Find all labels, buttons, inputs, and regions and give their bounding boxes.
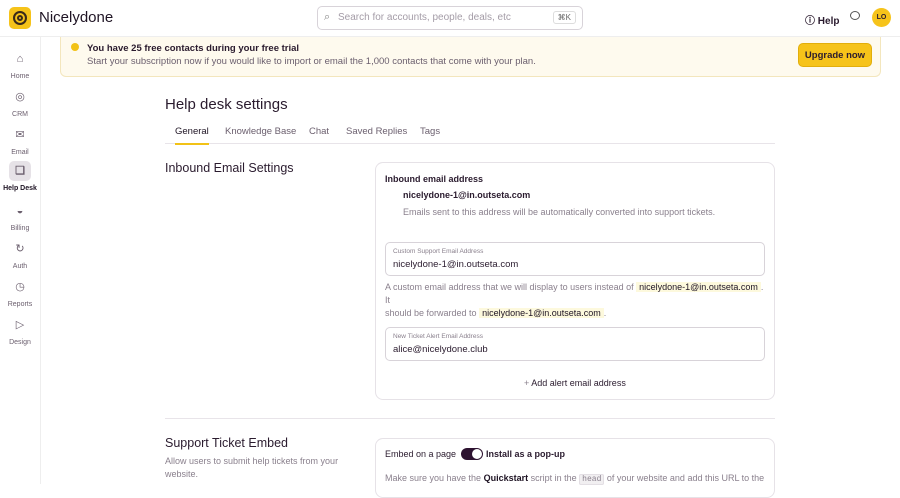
home-icon: ⌂ (16, 53, 24, 65)
help-desk-icon: ❏ (9, 161, 31, 181)
tab-knowledge-base[interactable]: Knowledge Base (225, 126, 296, 137)
help-icon: ⓘ (805, 16, 818, 27)
sidebar-item-reports[interactable]: ◷ Reports (0, 277, 40, 308)
email-icon: ✉ (15, 129, 25, 141)
inbound-address: nicelydone-1@in.outseta.com (403, 190, 531, 200)
crm-icon: ◎ (15, 91, 25, 103)
sidebar-item-help-desk[interactable]: ❏ Help Desk (0, 161, 40, 192)
custom-email-help: A custom email address that we will disp… (385, 281, 770, 320)
head-code: head (579, 474, 605, 485)
sidebar-item-label: Design (9, 339, 31, 346)
design-icon: ▷ (15, 319, 25, 331)
help-button[interactable]: ⓘ Help (805, 12, 839, 27)
chat-icon[interactable] (850, 11, 860, 20)
tab-general[interactable]: General (175, 126, 209, 145)
inbound-label: Inbound email address (385, 174, 484, 184)
top-bar: Nicelydone ⌕ Search for accounts, people,… (0, 0, 900, 37)
sidebar-item-crm[interactable]: ◎ CRM (0, 87, 40, 118)
embed-mode-toggle[interactable] (461, 448, 483, 460)
sidebar-item-label: Auth (12, 263, 28, 270)
search-input[interactable]: ⌕ Search for accounts, people, deals, etc… (317, 6, 583, 30)
embed-card (375, 438, 775, 498)
app-name: Nicelydone (39, 9, 114, 26)
field-value: alice@nicelydone.club (393, 344, 488, 355)
help-text: . (603, 308, 607, 318)
embed-description: Allow users to submit help tickets from … (165, 456, 339, 479)
reports-icon: ◷ (15, 281, 25, 293)
tab-saved-replies[interactable]: Saved Replies (346, 126, 407, 137)
add-alert-email-button[interactable]: + Add alert email address (524, 378, 626, 388)
sidebar-item-label: Reports (7, 301, 33, 308)
alert-email-field[interactable]: New Ticket Alert Email Address alice@nice… (385, 327, 765, 361)
billing-icon: ◒ (16, 205, 24, 217)
upgrade-button[interactable]: Upgrade now (798, 43, 872, 67)
embed-on-page-label[interactable]: Embed on a page (385, 449, 456, 459)
tab-tags[interactable]: Tags (420, 126, 440, 137)
avatar[interactable]: LO (872, 8, 891, 27)
tab-chat[interactable]: Chat (309, 126, 329, 137)
sidebar-item-design[interactable]: ▷ Design (0, 315, 40, 346)
help-label: Help (817, 16, 840, 27)
divider (165, 418, 775, 419)
trial-banner: You have 25 free contacts during your fr… (60, 37, 881, 77)
sidebar-item-auth[interactable]: ↻ Auth (0, 239, 40, 270)
search-icon: ⌕ (324, 11, 331, 23)
field-value: nicelydone-1@in.outseta.com (393, 259, 519, 270)
address-highlight: nicelydone-1@in.outseta.com (479, 308, 604, 318)
inbound-section-title: Inbound Email Settings (165, 161, 294, 175)
sidebar: ⌂ Home ◎ CRM ✉ Email ❏ Help Desk ◒ Billing ↻ A… (0, 37, 41, 484)
sidebar-item-email[interactable]: ✉ Email (0, 125, 40, 156)
address-highlight: nicelydone-1@in.outseta.com (636, 282, 761, 292)
sidebar-item-label: Home (10, 73, 30, 80)
shortcut-badge: ⌘K (552, 11, 576, 24)
custom-support-email-field[interactable]: Custom Support Email Address nicelydone-1… (385, 242, 765, 276)
page-title: Help desk settings (165, 96, 288, 113)
sidebar-item-label: Email (11, 149, 29, 156)
help-text: A custom email address that we will disp… (385, 282, 634, 292)
app-logo[interactable] (9, 7, 31, 29)
add-alert-label: Add alert email address (531, 378, 626, 388)
sidebar-item-home[interactable]: ⌂ Home (0, 49, 40, 80)
search-placeholder: Search for accounts, people, deals, etc (338, 12, 511, 23)
sidebar-item-label: Billing (10, 225, 30, 232)
embed-section-title: Support Ticket Embed (165, 436, 288, 450)
text: of your website and add this URL to the (606, 473, 765, 483)
inbound-note: Emails sent to this address will be auto… (403, 207, 716, 217)
help-text: should be forwarded to (385, 308, 477, 318)
field-label: New Ticket Alert Email Address (393, 333, 483, 340)
field-label: Custom Support Email Address (393, 248, 484, 255)
text: script in the (530, 473, 577, 483)
banner-text: Start your subscription now if you would… (87, 56, 536, 67)
install-popup-label[interactable]: Install as a pop-up (486, 449, 565, 459)
info-icon (71, 43, 79, 51)
text: Make sure you have the (385, 473, 482, 483)
sidebar-item-label: CRM (12, 111, 28, 118)
sidebar-item-billing[interactable]: ◒ Billing (0, 201, 40, 232)
banner-title: You have 25 free contacts during your fr… (87, 43, 300, 54)
embed-instructions: Make sure you have the Quickstart script… (385, 473, 765, 485)
quickstart-link: Quickstart (483, 473, 529, 483)
sidebar-item-label: Help Desk (3, 185, 37, 192)
auth-icon: ↻ (15, 243, 25, 255)
tabs: General Knowledge Base Chat Saved Replie… (165, 120, 775, 145)
